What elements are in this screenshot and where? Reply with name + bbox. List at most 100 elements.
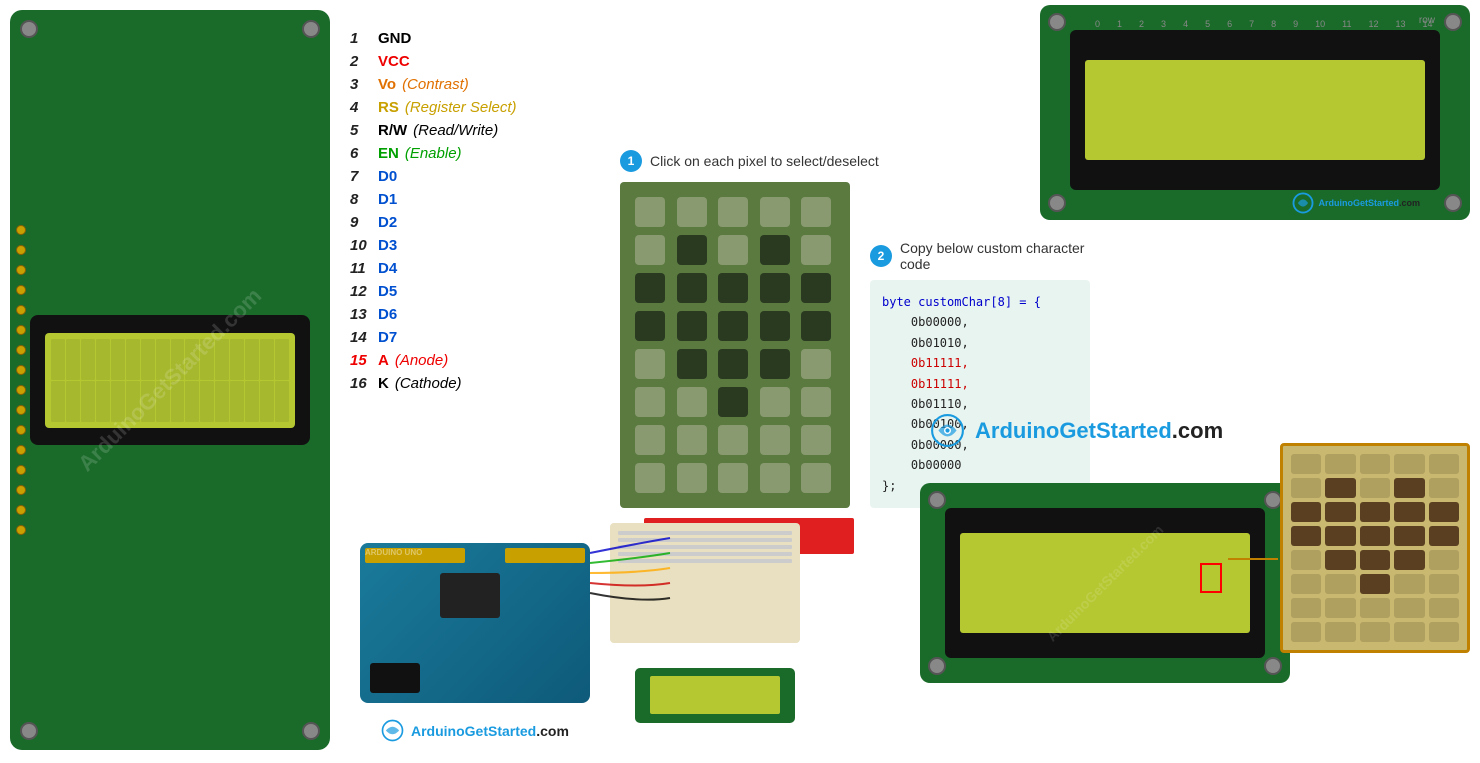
pin-name: D2 <box>378 214 397 231</box>
pixel-cell[interactable] <box>635 349 665 379</box>
screw-tl <box>20 20 38 38</box>
lcd-cell <box>171 339 185 380</box>
lcd-cell <box>111 339 125 380</box>
lcd-cell <box>51 381 65 422</box>
pin-name: D7 <box>378 329 397 346</box>
pixel-cell[interactable] <box>635 273 665 303</box>
pixel-cell[interactable] <box>718 425 748 455</box>
pin-row-12: 12 D5 <box>350 283 630 300</box>
pixel-cell[interactable] <box>760 235 790 265</box>
pin-dot <box>16 305 26 315</box>
pixel-cell[interactable] <box>718 235 748 265</box>
pixel-cell[interactable] <box>677 425 707 455</box>
pixel-cell[interactable] <box>718 311 748 341</box>
zoomed-pixel-cell <box>1360 478 1390 498</box>
pixel-cell[interactable] <box>635 387 665 417</box>
pin-name: D6 <box>378 306 397 323</box>
pin-dot <box>16 345 26 355</box>
pixel-cell[interactable] <box>718 273 748 303</box>
left-lcd-board: ArduinoGetStarted.com <box>10 10 330 750</box>
zoomed-pixel-cell <box>1325 478 1355 498</box>
pixel-cell[interactable] <box>677 387 707 417</box>
pixel-cell[interactable] <box>801 197 831 227</box>
pixel-cell[interactable] <box>760 349 790 379</box>
zoomed-pixel-cell <box>1325 598 1355 618</box>
pixel-cell[interactable] <box>677 311 707 341</box>
code-line: 0b01010, <box>882 333 1078 353</box>
pixel-cell[interactable] <box>718 463 748 493</box>
pixel-cell[interactable] <box>760 197 790 227</box>
pixel-cell[interactable] <box>801 273 831 303</box>
lcd-cell <box>200 339 214 380</box>
pin-number: 8 <box>350 191 378 208</box>
pin-number: 6 <box>350 145 378 162</box>
pixel-cell[interactable] <box>718 387 748 417</box>
pin-name: Vo <box>378 76 396 93</box>
pixel-cell[interactable] <box>677 349 707 379</box>
zoomed-pixel-cell <box>1291 574 1321 594</box>
pixel-instruction-text: Click on each pixel to select/deselect <box>650 153 879 169</box>
pin-name: K <box>378 375 389 392</box>
pixel-cell[interactable] <box>801 387 831 417</box>
pin-row-11: 11 D4 <box>350 260 630 277</box>
connector-line <box>1228 558 1278 560</box>
pixel-cell[interactable] <box>801 235 831 265</box>
zoomed-pixel-cell <box>1394 502 1424 522</box>
pixel-cell[interactable] <box>718 349 748 379</box>
screw-br <box>1264 657 1282 675</box>
zoomed-pixel-cell <box>1360 598 1390 618</box>
pin-dot <box>16 505 26 515</box>
pin-row-16: 16 K (Cathode) <box>350 375 630 392</box>
lcd-cell <box>230 339 244 380</box>
pixel-cell[interactable] <box>677 463 707 493</box>
arduino-section: ARDUINO UNO <box>360 523 800 743</box>
lcd-cell <box>215 381 229 422</box>
pin-name: D4 <box>378 260 397 277</box>
zoomed-pixel-cell <box>1291 550 1321 570</box>
pin-name: GND <box>378 30 411 47</box>
zoomed-pixel-grid <box>1291 454 1459 642</box>
pin-name: D3 <box>378 237 397 254</box>
pin-number: 10 <box>350 237 378 254</box>
pixel-cell[interactable] <box>760 311 790 341</box>
pixel-cell[interactable] <box>760 387 790 417</box>
pixel-instruction: 1 Click on each pixel to select/deselect <box>620 150 879 172</box>
screw-bl <box>1048 194 1066 212</box>
top-right-logo: ArduinoGetStarted.com <box>1292 192 1420 214</box>
pixel-cell[interactable] <box>635 463 665 493</box>
pin-row-13: 13 D6 <box>350 306 630 323</box>
lcd-outer <box>30 315 310 445</box>
lcd-cell <box>260 339 274 380</box>
pixel-cell[interactable] <box>801 425 831 455</box>
pin-dot <box>16 285 26 295</box>
lcd-cell <box>275 339 289 380</box>
pixel-cell[interactable] <box>635 235 665 265</box>
pin-row-6: 6 EN (Enable) <box>350 145 630 162</box>
pixel-cell[interactable] <box>677 273 707 303</box>
pixel-cell[interactable] <box>635 425 665 455</box>
lcd-inner <box>1070 30 1440 190</box>
pixel-cell[interactable] <box>801 349 831 379</box>
pixel-cell[interactable] <box>635 197 665 227</box>
pixel-cell[interactable] <box>718 197 748 227</box>
pin-number: 13 <box>350 306 378 323</box>
screw-br <box>1444 194 1462 212</box>
pixel-cell[interactable] <box>635 311 665 341</box>
breadboard-row <box>618 552 792 556</box>
lcd-cell <box>245 381 259 422</box>
pixel-cell[interactable] <box>760 463 790 493</box>
pixel-grid[interactable] <box>635 197 835 493</box>
pixel-cell[interactable] <box>801 311 831 341</box>
zoomed-pixel-cell <box>1291 454 1321 474</box>
breadboard-row <box>618 545 792 549</box>
pixel-cell[interactable] <box>760 425 790 455</box>
pixel-cell[interactable] <box>677 235 707 265</box>
pixel-cell[interactable] <box>760 273 790 303</box>
pixel-cell[interactable] <box>801 463 831 493</box>
arduino-chip <box>440 573 500 618</box>
pin-dot <box>16 425 26 435</box>
lcd-cell <box>230 381 244 422</box>
pixel-cell[interactable] <box>677 197 707 227</box>
pin-number: 2 <box>350 53 378 70</box>
breadboard-row <box>618 559 792 563</box>
